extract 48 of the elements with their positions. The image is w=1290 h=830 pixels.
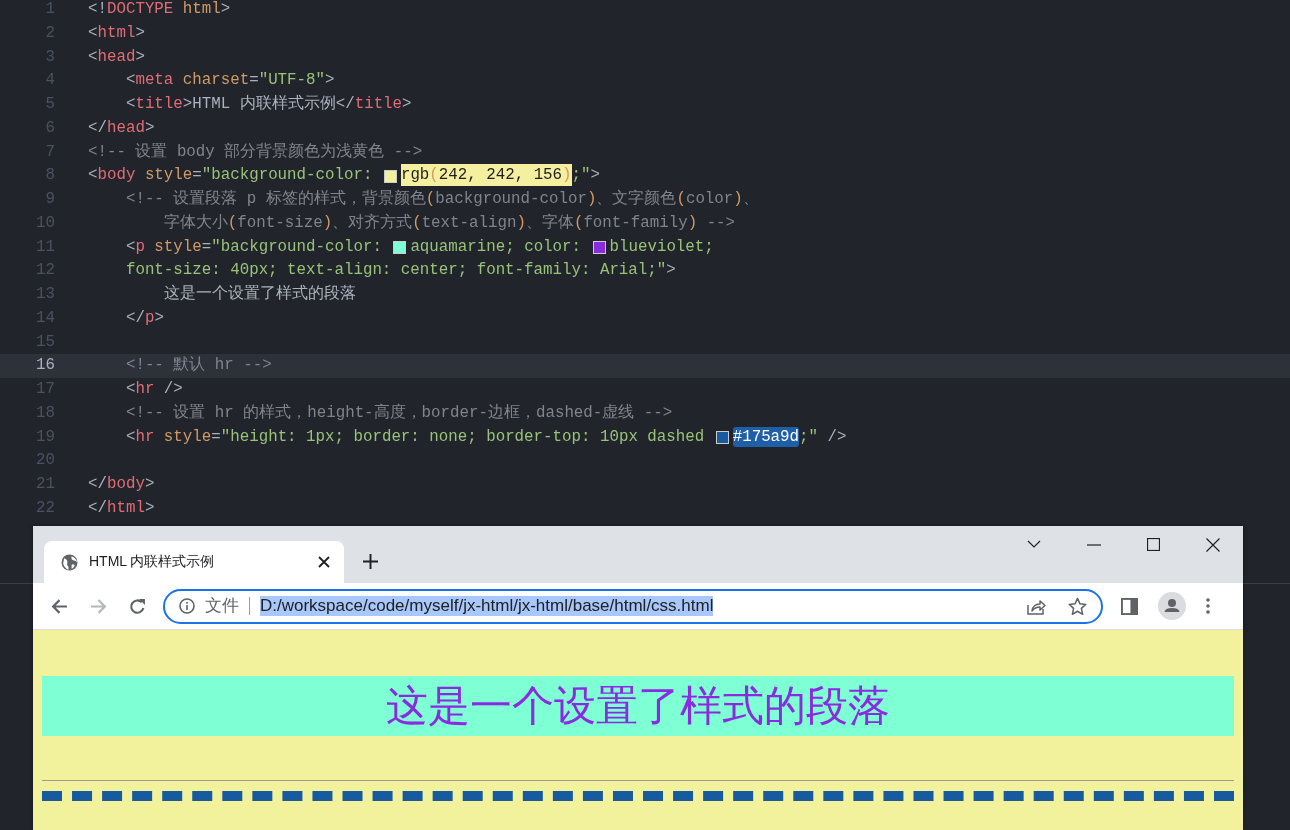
back-arrow-icon[interactable] [51,597,68,615]
code-text: 这是一个设置了样式的段落 [162,283,356,305]
code-text: <meta charset="UTF-8"> [124,70,335,92]
code-text: <body style="background-color: [88,165,374,187]
side-panel-icon[interactable] [1121,597,1138,615]
url-text[interactable]: D:/workspace/code/myself/jx-html/jx-html/base/html/css.html [260,596,714,616]
code-text: aquamarine; color: [410,236,583,258]
code-text: <head> [88,46,145,68]
color-swatch-icon[interactable] [383,169,397,183]
line-number: 16 [35,355,55,377]
color-swatch-icon[interactable] [592,240,606,254]
code-text: <!-- 设置 body 部分背景颜色为浅黄色 --> [88,141,423,163]
code-text: </p> [124,307,164,329]
close-icon[interactable] [318,556,330,568]
code-text: rgb(242, 242, 156);"> [400,164,601,188]
code-text: <html> [88,22,145,44]
code-text: <hr /> [124,379,183,400]
code-text: 字体大小(font-size)、对齐方式(text-align)、字体(font-family) --> [162,212,736,234]
code-text: <!-- 设置 hr 的样式，height-高度，border-边框，dashed-虚线 --> [124,402,673,424]
code-text: <title>HTML 内联样式示例</title> [124,94,412,115]
code-text: <!-- 默认 hr --> [124,355,272,377]
globe-icon [61,553,78,571]
chevron-down-icon[interactable] [1027,540,1041,548]
code-text: <!-- 设置段落 p 标签的样式，背景颜色(background-color)、文字颜色(color)、 [124,188,759,210]
reload-icon[interactable] [129,597,146,615]
color-swatch-icon[interactable] [715,430,729,444]
address-bar[interactable]: 文件 D:/workspace/code/myself/jx-html/jx-html/base/html/css.html [163,588,1103,624]
menu-icon[interactable] [1206,598,1210,614]
code-text: blueviolet; [609,236,714,258]
styled-paragraph: 这是一个设置了样式的段落 [42,676,1234,736]
new-tab-icon[interactable] [363,554,378,569]
code-text: <!DOCTYPE html> [88,0,231,20]
star-icon[interactable] [1068,596,1087,616]
code-text: </body> [88,474,155,495]
code-text: </html> [88,497,155,519]
close-icon[interactable] [1206,538,1220,552]
info-icon[interactable] [179,598,195,614]
profile-avatar-icon[interactable] [1158,592,1186,620]
scheme-label: 文件 [205,597,250,615]
code-text: #175a9d;" /> [732,425,847,449]
share-icon[interactable] [1026,597,1046,615]
browser-tab[interactable]: HTML 内联样式示例 [44,541,344,583]
code-text: <p style="background-color: [124,236,383,258]
code-text: font-size: 40px; text-align: center; font-family: Arial;"> [124,260,676,282]
color-swatch-icon[interactable] [393,240,407,254]
code-text: <hr style="height: 1px; border: none; border-top: 10px dashed [124,426,706,448]
code-text: </head> [88,117,155,139]
maximize-icon[interactable] [1147,538,1160,551]
